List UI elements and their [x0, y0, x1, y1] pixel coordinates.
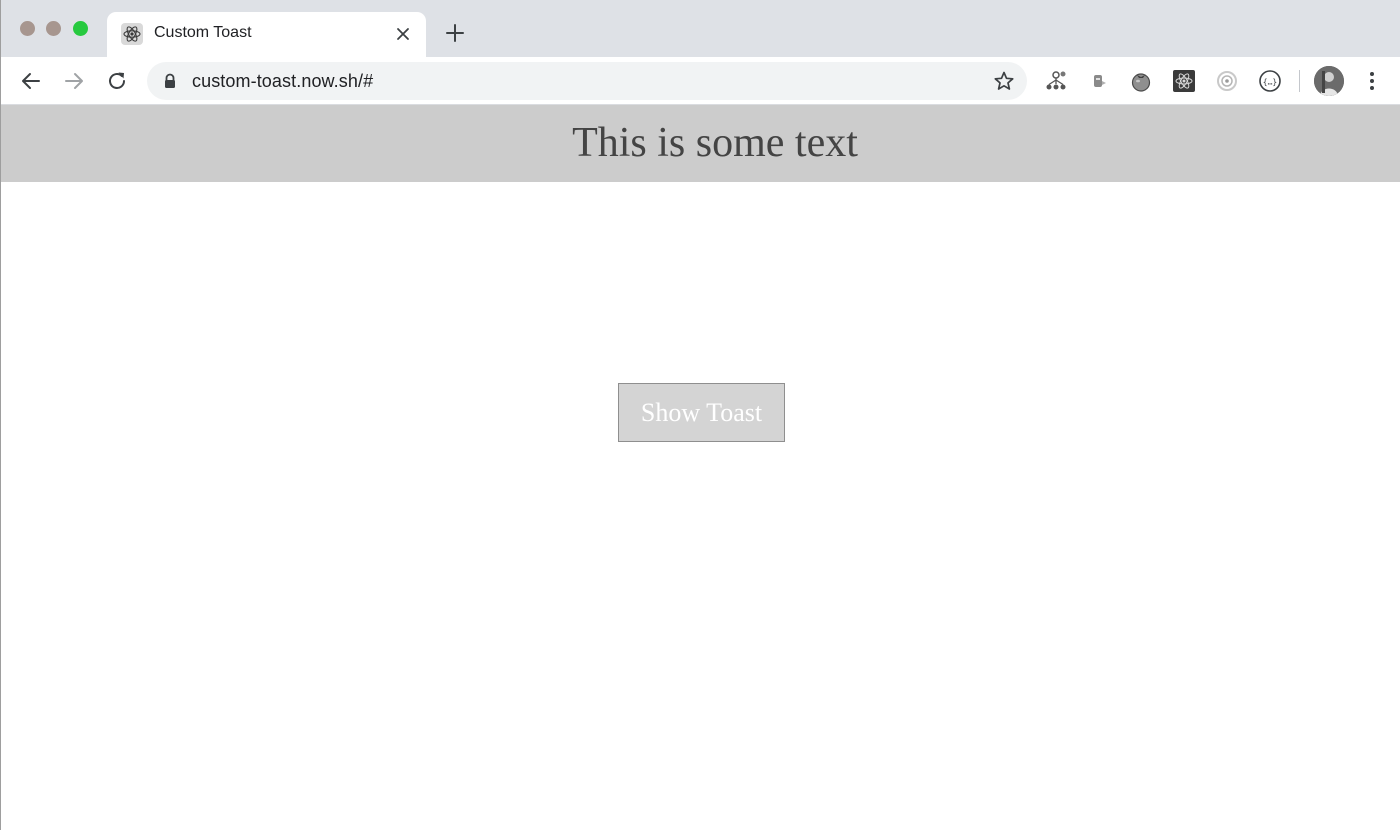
profile-avatar[interactable] — [1314, 66, 1344, 96]
forward-arrow-icon[interactable] — [61, 68, 87, 94]
tab-custom-toast[interactable]: Custom Toast — [107, 12, 426, 57]
more-vertical-icon[interactable] — [1362, 69, 1382, 93]
extension-tomato-icon[interactable] — [1129, 69, 1153, 93]
tab-title: Custom Toast — [154, 24, 252, 41]
reload-icon[interactable] — [104, 68, 130, 94]
window-minimize-button[interactable] — [46, 21, 61, 36]
new-tab-plus-icon[interactable] — [442, 20, 468, 46]
extension-target-icon[interactable] — [1215, 69, 1239, 93]
close-tab-icon[interactable] — [393, 24, 413, 44]
back-arrow-icon[interactable] — [18, 68, 44, 94]
toolbar-divider — [1299, 70, 1300, 92]
bookmark-star-icon[interactable] — [993, 70, 1015, 92]
show-toast-button[interactable]: Show Toast — [618, 383, 785, 442]
svg-text:{…}: {…} — [1263, 78, 1277, 87]
browser-toolbar: custom-toast.now.sh/# {…} — [1, 57, 1400, 105]
tab-strip: Custom Toast — [1, 0, 1400, 57]
address-bar[interactable]: custom-toast.now.sh/# — [147, 62, 1027, 100]
window-close-button[interactable] — [20, 21, 35, 36]
extension-json-icon[interactable]: {…} — [1258, 69, 1282, 93]
react-icon — [121, 23, 143, 45]
lock-icon[interactable] — [163, 73, 177, 89]
window-maximize-button[interactable] — [73, 21, 88, 36]
page-content: This is some text Show Toast — [1, 105, 1400, 830]
banner-text: This is some text — [572, 120, 858, 166]
extension-graph-icon[interactable] — [1044, 69, 1068, 93]
header-banner: This is some text — [1, 105, 1400, 182]
extension-tool-icon[interactable] — [1088, 69, 1112, 93]
browser-window: Custom Toast custom-toast.now.sh/# {…} T… — [0, 0, 1400, 830]
extension-react-devtools-icon[interactable] — [1172, 69, 1196, 93]
url-text[interactable]: custom-toast.now.sh/# — [192, 71, 373, 92]
